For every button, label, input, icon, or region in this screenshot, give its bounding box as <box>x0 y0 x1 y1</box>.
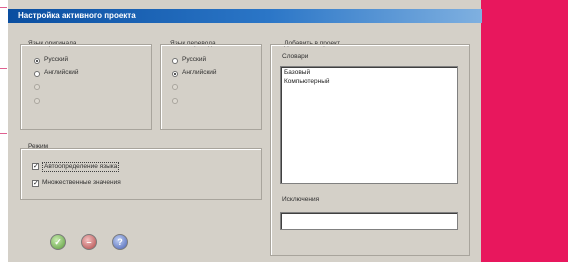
dictionaries-label: Словари <box>282 53 309 60</box>
ok-button[interactable]: ✓ <box>50 234 66 250</box>
target-option-3-radio <box>172 84 178 90</box>
target-russian-label[interactable]: Русский <box>182 56 206 63</box>
auto-detect-checkbox[interactable]: ✓ <box>32 163 39 170</box>
question-icon: ? <box>117 237 123 247</box>
exceptions-label: Исключения <box>282 196 320 203</box>
target-option-4-radio <box>172 98 178 104</box>
source-russian-label[interactable]: Русский <box>44 56 68 63</box>
help-button[interactable]: ? <box>112 234 128 250</box>
target-russian-radio[interactable] <box>172 58 178 64</box>
source-english-label[interactable]: Английский <box>44 69 79 76</box>
exceptions-field[interactable] <box>280 212 458 230</box>
frame-line-left-1 <box>0 68 7 69</box>
source-russian-radio[interactable] <box>34 58 40 64</box>
cancel-button[interactable]: – <box>81 234 97 250</box>
mode-group <box>20 148 262 200</box>
source-option-3-radio <box>34 84 40 90</box>
target-english-radio[interactable] <box>172 71 178 77</box>
dictionary-item-basic[interactable]: Базовый <box>284 69 310 76</box>
dictionary-item-computer[interactable]: Компьютерный <box>284 78 330 85</box>
auto-detect-label[interactable]: Автоопределение языка <box>42 162 120 172</box>
source-english-radio[interactable] <box>34 71 40 77</box>
multiple-meanings-checkbox[interactable]: ✓ <box>32 180 39 187</box>
target-english-label[interactable]: Английский <box>182 69 217 76</box>
frame-line-left-2 <box>0 133 7 134</box>
check-icon: ✓ <box>54 236 62 247</box>
source-option-4-radio <box>34 98 40 104</box>
multiple-meanings-label[interactable]: Множественные значения <box>42 179 121 186</box>
accent-panel <box>481 0 568 262</box>
project-settings-dialog: Настройка активного проекта Язык оригина… <box>7 0 482 262</box>
minus-icon: – <box>86 237 92 247</box>
dictionaries-list[interactable]: Базовый Компьютерный <box>280 66 458 184</box>
dialog-title: Настройка активного проекта <box>8 9 482 23</box>
